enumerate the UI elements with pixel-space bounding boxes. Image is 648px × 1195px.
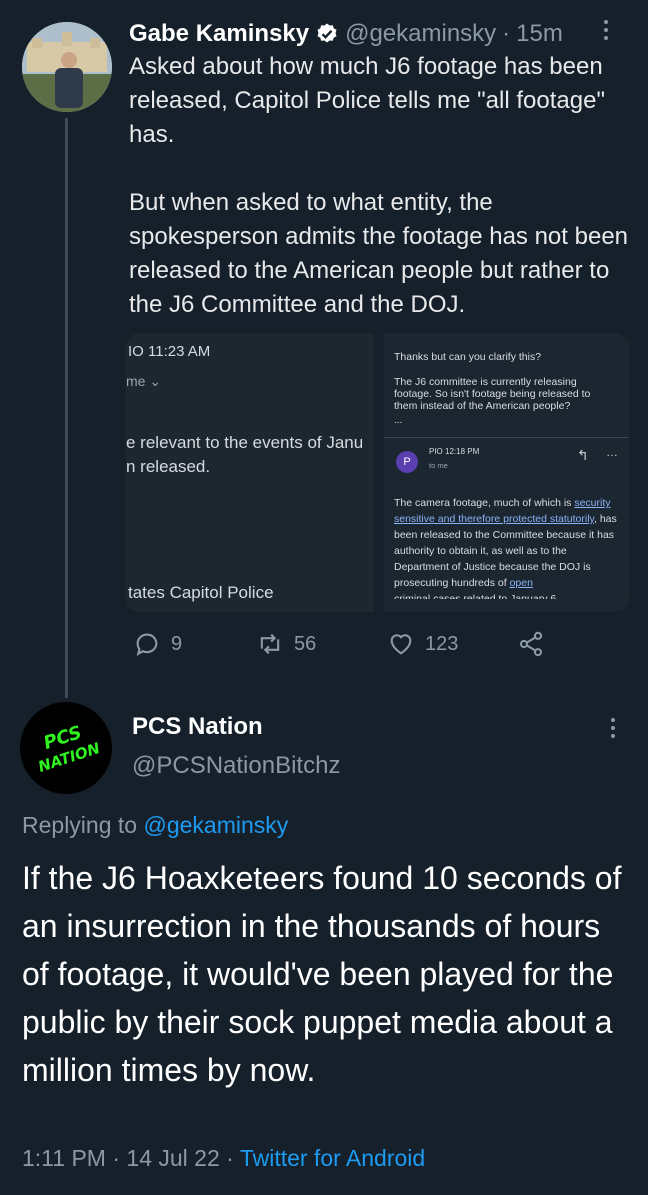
email-sender: PIO 12:18 PM <box>429 447 480 456</box>
more-icon[interactable] <box>611 718 615 738</box>
author-name[interactable]: Gabe Kaminsky <box>129 20 309 48</box>
email-cut-line: criminal cases related to January 6 <box>394 593 557 599</box>
email-body-line: n released. <box>126 457 211 476</box>
email-to: me ⌄ <box>126 373 162 389</box>
avatar-photo <box>22 22 112 112</box>
more-icon[interactable] <box>604 20 608 40</box>
author-avatar[interactable] <box>22 22 112 112</box>
tweet-meta: 1:11 PM · 14 Jul 22 · Twitter for Androi… <box>22 1145 426 1171</box>
retweet-icon <box>260 633 280 655</box>
share-icon <box>519 631 543 657</box>
author-handle[interactable]: @gekaminsky <box>345 20 496 48</box>
email-link[interactable]: open <box>510 577 533 589</box>
tweet-paragraph: But when asked to what entity, the spoke… <box>129 189 629 318</box>
tweet-source[interactable]: Twitter for Android <box>240 1145 425 1171</box>
email-followup: The J6 committee is currently releasing … <box>394 376 591 412</box>
timestamp[interactable]: 15m <box>516 20 563 48</box>
tweet-text: Asked about how much J6 footage has been… <box>129 50 639 322</box>
avatar-logo: PCS NATION <box>35 722 103 776</box>
tweet-date[interactable]: 14 Jul 22 <box>126 1145 219 1171</box>
reply-author-handle[interactable]: @PCSNationBitchz <box>132 752 340 780</box>
replying-to-link[interactable]: @gekaminsky <box>143 812 288 838</box>
tweet-actions: 9 56 123 <box>133 630 553 666</box>
reply-arrow-icon[interactable]: ↰ <box>577 447 589 464</box>
replying-to: Replying to @gekaminsky <box>22 812 289 838</box>
tweet-media[interactable]: IO 11:23 AM me ⌄ e relevant to the event… <box>126 333 629 612</box>
reply-button[interactable]: 9 <box>133 630 182 658</box>
more-icon[interactable]: … <box>606 445 618 459</box>
like-button[interactable]: 123 <box>387 630 458 658</box>
like-count: 123 <box>425 632 459 655</box>
reply-tweet-text: If the J6 Hoaxketeers found 10 seconds o… <box>22 860 622 1088</box>
thread-line <box>65 118 68 698</box>
email-time: IO 11:23 AM <box>128 343 211 360</box>
email-signature: tates Capitol Police <box>128 583 274 602</box>
reply-author-avatar[interactable]: PCS NATION <box>20 702 112 794</box>
retweet-button[interactable]: 56 <box>256 630 316 658</box>
reply-count: 9 <box>171 632 183 655</box>
email-screenshot-right[interactable]: Thanks but can you clarify this? The J6 … <box>384 333 629 612</box>
email-to: to me <box>429 461 448 470</box>
tweet-time[interactable]: 1:11 PM <box>22 1145 106 1171</box>
email-question: Thanks but can you clarify this? <box>394 351 542 363</box>
tweet-header: Gabe Kaminsky @gekaminsky · 15m <box>129 18 563 50</box>
reply-icon <box>136 633 158 657</box>
reply-author-name[interactable]: PCS Nation <box>132 713 263 741</box>
sender-avatar: P <box>396 451 418 473</box>
email-reply-body: The camera footage, much of which is sec… <box>394 495 619 599</box>
retweet-count: 56 <box>294 632 317 655</box>
verified-badge-icon <box>317 23 337 43</box>
share-button[interactable] <box>517 630 545 658</box>
email-screenshot-left[interactable]: IO 11:23 AM me ⌄ e relevant to the event… <box>126 333 374 612</box>
email-ellipsis: ... <box>394 415 403 426</box>
tweet-paragraph: Asked about how much J6 footage has been… <box>129 53 605 148</box>
divider <box>384 437 629 438</box>
separator: · <box>502 20 511 47</box>
email-body-line: e relevant to the events of Janu <box>126 433 364 452</box>
like-icon <box>390 634 412 655</box>
